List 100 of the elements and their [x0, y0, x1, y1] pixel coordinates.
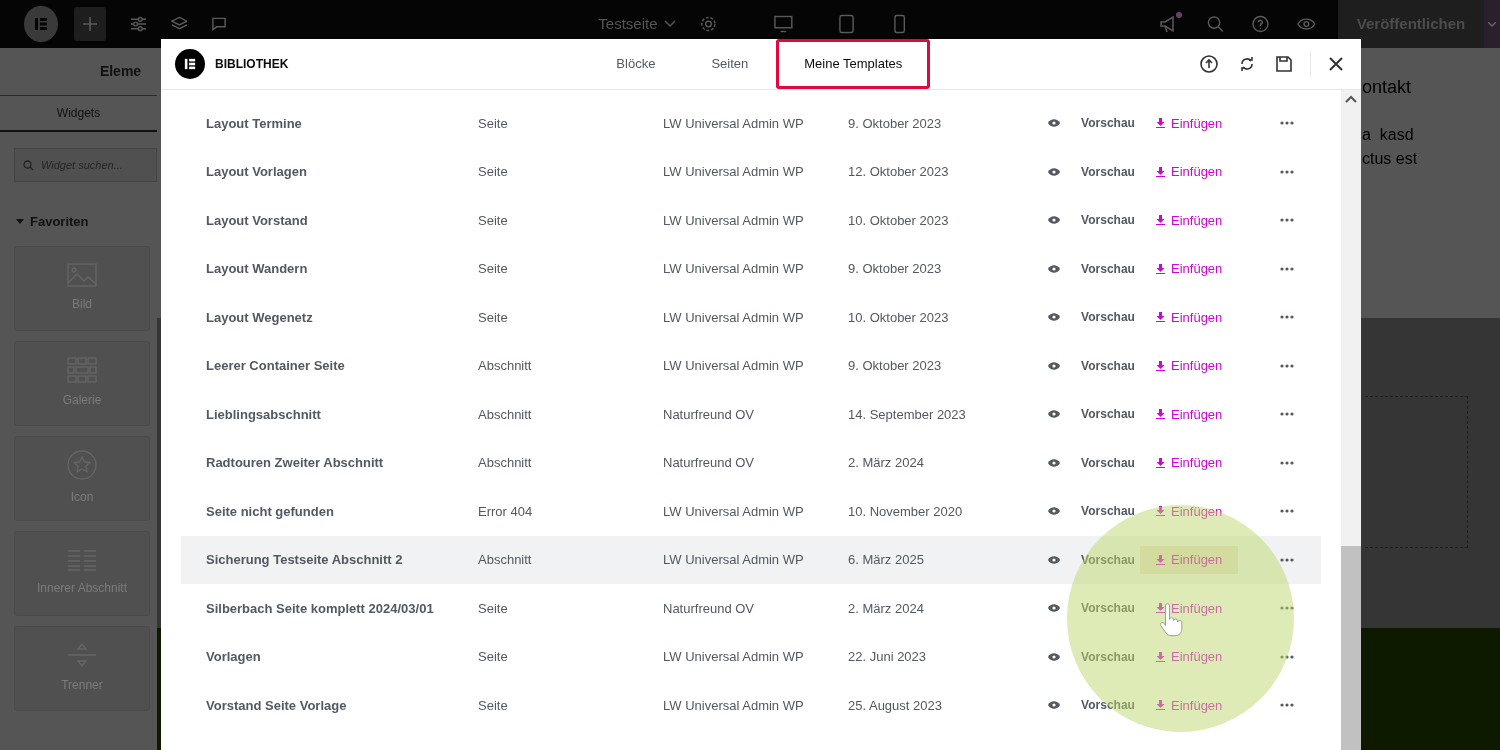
settings-icon[interactable]: [699, 15, 717, 33]
table-row[interactable]: Sicherung Testseite Abschnitt 2 Abschnitt LW Universal Admin WP 6. März 2025 Vorschau Einfügen: [181, 535, 1321, 584]
eye-icon[interactable]: [1048, 701, 1060, 710]
template-type: Abschnitt: [478, 405, 533, 424]
insert-button[interactable]: Einfügen: [1140, 158, 1239, 186]
template-date: 25. August 2023: [848, 696, 943, 715]
search-icon: [23, 160, 34, 171]
table-row[interactable]: Vorstand Seite Vorlage Seite LW Universal Admin WP 25. August 2023 Vorschau Einfügen: [181, 681, 1321, 730]
canvas-text: ctus est: [1362, 149, 1419, 169]
preview-button[interactable]: Vorschau: [1074, 114, 1142, 133]
table-row[interactable]: Layout Wandern Seite LW Universal Admin WP 9. Oktober 2023 Vorschau Einfügen: [181, 244, 1321, 293]
download-icon: [1156, 554, 1165, 565]
caret-icon[interactable]: [16, 219, 24, 225]
template-type: Seite: [478, 308, 509, 327]
eye-icon[interactable]: [1048, 313, 1060, 322]
preview-button[interactable]: Vorschau: [1074, 405, 1142, 424]
eye-icon[interactable]: [1048, 652, 1060, 661]
download-icon: [1156, 215, 1165, 226]
preview-button[interactable]: Vorschau: [1074, 356, 1142, 375]
insert-button[interactable]: Einfügen: [1140, 255, 1239, 283]
panel-title: Eleme: [99, 62, 142, 81]
eye-icon[interactable]: [1048, 216, 1060, 225]
preview-button[interactable]: Vorschau: [1074, 308, 1142, 327]
template-type: Seite: [478, 648, 509, 666]
library-tab[interactable]: Blöcke: [588, 39, 684, 89]
comment-icon[interactable]: [211, 16, 228, 32]
table-row[interactable]: Layout Termine Seite LW Universal Admin WP 9. Oktober 2023 Vorschau Einfügen: [181, 99, 1321, 148]
template-type: Abschnitt: [478, 357, 533, 375]
template-author: LW Universal Admin WP: [663, 211, 805, 230]
library-tab[interactable]: Meine Templates: [776, 39, 931, 89]
template-date: 10. November 2020: [848, 502, 964, 521]
section-title: Favoriten: [30, 213, 89, 231]
template-name: Vorlagen: [205, 648, 262, 666]
template-date: 6. März 2025: [848, 551, 925, 569]
preview-button[interactable]: Vorschau: [1074, 259, 1142, 278]
preview-button[interactable]: Vorschau: [1074, 453, 1142, 472]
insert-button[interactable]: Einfügen: [1140, 109, 1239, 137]
scrollbar[interactable]: [1341, 90, 1361, 750]
table-row[interactable]: Seite nicht gefunden Error 404 LW Universal Admin WP 10. November 2020 Vorschau Einfügen: [181, 487, 1321, 536]
eye-icon[interactable]: [1048, 264, 1060, 273]
insert-button[interactable]: Einfügen: [1140, 352, 1239, 380]
template-author: LW Universal Admin WP: [663, 551, 805, 569]
template-name: Silberbach Seite komplett 2024/03/01: [205, 599, 435, 618]
insert-button[interactable]: Einfügen: [1140, 400, 1239, 428]
plus-icon: [82, 17, 97, 31]
library-title: BIBLIOTHEK: [215, 56, 289, 73]
eye-icon[interactable]: [1297, 17, 1316, 31]
eye-icon[interactable]: [1048, 361, 1060, 370]
preview-button[interactable]: Vorschau: [1074, 502, 1142, 521]
eye-icon[interactable]: [1048, 604, 1060, 613]
sliders-icon[interactable]: [129, 16, 147, 32]
insert-button[interactable]: Einfügen: [1140, 303, 1239, 331]
template-name: Sicherung Testseite Abschnitt 2: [205, 551, 404, 569]
eye-icon[interactable]: [1048, 167, 1060, 176]
template-type: Error 404: [478, 502, 534, 521]
insert-button[interactable]: Einfügen: [1140, 449, 1239, 477]
layers-icon[interactable]: [170, 16, 188, 32]
template-name: Seite nicht gefunden: [205, 502, 335, 521]
search-icon[interactable]: [1207, 15, 1225, 33]
insert-button[interactable]: Einfügen: [1140, 206, 1239, 234]
preview-button[interactable]: Vorschau: [1074, 162, 1142, 181]
eye-icon[interactable]: [1048, 507, 1060, 516]
template-author: LW Universal Admin WP: [663, 648, 805, 666]
template-type: Seite: [478, 599, 509, 618]
template-date: 9. Oktober 2023: [848, 260, 943, 278]
template-author: Naturfreund OV: [663, 454, 756, 472]
library-tab[interactable]: Seiten: [683, 39, 777, 89]
table-row[interactable]: Layout Wegenetz Seite LW Universal Admin WP 10. Oktober 2023 Vorschau Einfügen: [181, 293, 1321, 342]
template-author: Naturfreund OV: [663, 405, 756, 424]
eye-icon[interactable]: [1048, 458, 1060, 467]
template-date: 22. Juni 2023: [848, 648, 928, 666]
canvas-text: a kasd: [1362, 125, 1415, 145]
desktop-icon[interactable]: [774, 15, 794, 33]
tablet-icon[interactable]: [839, 14, 855, 34]
template-date: 2. März 2024: [848, 454, 925, 472]
eye-icon[interactable]: [1048, 555, 1060, 564]
template-name: Leerer Container Seite: [205, 357, 346, 375]
template-type: Seite: [478, 114, 509, 133]
preview-button[interactable]: Vorschau: [1074, 211, 1142, 230]
help-icon[interactable]: [1252, 15, 1270, 33]
megaphone-icon[interactable]: [1159, 15, 1180, 33]
table-row[interactable]: Radtouren Zweiter Abschnitt Abschnitt Naturfreund OV 2. März 2024 Vorschau Einfügen: [181, 438, 1321, 487]
template-name: Radtouren Zweiter Abschnitt: [205, 454, 385, 472]
eye-icon[interactable]: [1048, 410, 1060, 419]
download-icon: [1156, 360, 1165, 371]
phone-icon[interactable]: [894, 14, 906, 34]
table-row[interactable]: Layout Vorstand Seite LW Universal Admin WP 10. Oktober 2023 Vorschau Einfügen: [181, 196, 1321, 245]
template-type: Seite: [478, 163, 509, 181]
download-icon: [1156, 409, 1165, 420]
table-row[interactable]: Vorlagen Seite LW Universal Admin WP 22. Juni 2023 Vorschau Einfügen: [181, 632, 1321, 681]
template-author: LW Universal Admin WP: [663, 260, 805, 278]
eye-icon[interactable]: [1048, 119, 1060, 128]
download-icon: [1156, 312, 1165, 323]
chevron-down-icon[interactable]: [663, 20, 676, 28]
table-row[interactable]: Leerer Container Seite Abschnitt LW Universal Admin WP 9. Oktober 2023 Vorschau Einfügen: [181, 341, 1321, 390]
template-author: LW Universal Admin WP: [663, 502, 805, 521]
template-name: Layout Vorlagen: [205, 163, 308, 181]
template-date: 12. Oktober 2023: [848, 163, 950, 181]
table-row[interactable]: Layout Vorlagen Seite LW Universal Admin WP 12. Oktober 2023 Vorschau Einfügen: [181, 147, 1321, 196]
table-row[interactable]: Lieblingsabschnitt Abschnitt Naturfreund OV 14. September 2023 Vorschau Einfügen: [181, 390, 1321, 439]
